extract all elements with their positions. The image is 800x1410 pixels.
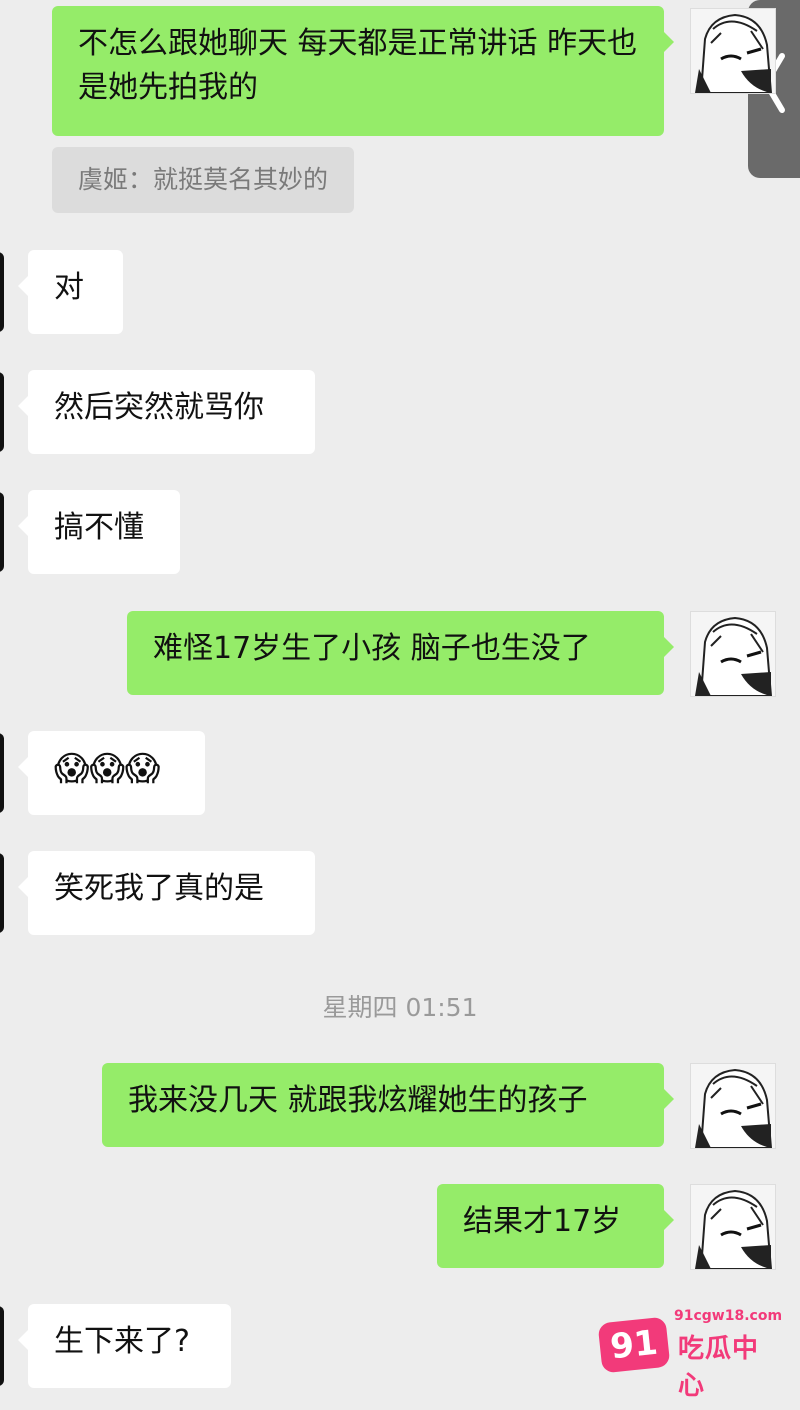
watermark-logo: 91 91cgw18.com 吃瓜中心 xyxy=(597,1308,783,1401)
message-bubble-incoming[interactable]: 然后突然就骂你 xyxy=(18,370,315,454)
message-bubble-incoming[interactable]: 笑死我了真的是 xyxy=(18,851,315,935)
contact-avatar[interactable] xyxy=(0,733,4,813)
anime-avatar-icon xyxy=(691,1064,775,1148)
anime-avatar-icon xyxy=(691,1185,775,1269)
message-bubble-incoming[interactable]: 生下来了? xyxy=(18,1304,231,1388)
user-avatar[interactable] xyxy=(690,1184,776,1270)
message-bubble-outgoing[interactable]: 我来没几天 就跟我炫耀她生的孩子 xyxy=(102,1063,674,1147)
watermark-name: 吃瓜中心 xyxy=(678,1334,760,1401)
watermark-url: 91cgw18.com xyxy=(674,1308,783,1324)
message-bubble-incoming[interactable]: 对 xyxy=(18,250,123,334)
message-bubble-outgoing[interactable]: 结果才17岁 xyxy=(437,1184,674,1268)
contact-avatar[interactable] xyxy=(0,492,4,572)
anime-avatar-icon xyxy=(691,612,775,696)
user-avatar[interactable] xyxy=(690,1063,776,1149)
message-bubble-incoming[interactable]: 😱😱😱 xyxy=(18,731,205,815)
user-avatar[interactable] xyxy=(690,611,776,697)
contact-avatar[interactable] xyxy=(0,372,4,452)
quoted-message[interactable]: 虞姬：就挺莫名其妙的 xyxy=(52,147,355,213)
message-timestamp: 星期四 01:51 xyxy=(322,993,478,1022)
message-bubble-incoming[interactable]: 搞不懂 xyxy=(18,490,180,574)
contact-avatar[interactable] xyxy=(0,853,4,933)
anime-avatar-icon xyxy=(691,9,775,93)
user-avatar[interactable] xyxy=(690,8,776,94)
watermark-badge: 91 xyxy=(597,1316,671,1374)
message-bubble-outgoing[interactable]: 难怪17岁生了小孩 脑子也生没了 xyxy=(127,611,674,695)
contact-avatar[interactable] xyxy=(0,1306,4,1386)
message-bubble-outgoing[interactable]: 不怎么跟她聊天 每天都是正常讲话 昨天也是她先拍我的 xyxy=(52,6,674,136)
contact-avatar[interactable] xyxy=(0,252,4,332)
